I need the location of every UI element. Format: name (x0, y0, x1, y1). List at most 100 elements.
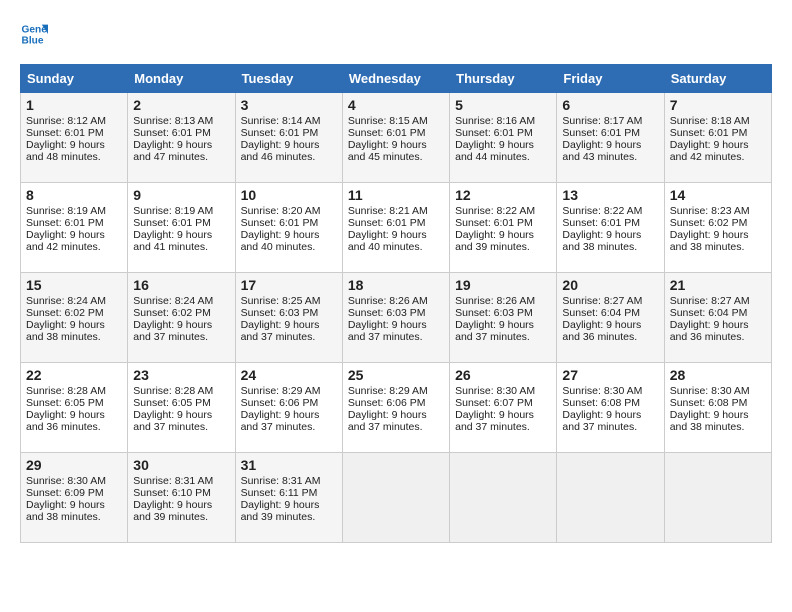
sunset: Sunset: 6:07 PM (455, 397, 533, 409)
sunset: Sunset: 6:01 PM (562, 127, 640, 139)
sunset: Sunset: 6:02 PM (133, 307, 211, 319)
sunrise: Sunrise: 8:27 AM (562, 295, 642, 307)
calendar-week-row: 22Sunrise: 8:28 AMSunset: 6:05 PMDayligh… (21, 363, 772, 453)
calendar-cell (664, 453, 771, 543)
sunrise: Sunrise: 8:14 AM (241, 115, 321, 127)
sunset: Sunset: 6:03 PM (348, 307, 426, 319)
calendar-cell (342, 453, 449, 543)
sunrise: Sunrise: 8:22 AM (455, 205, 535, 217)
calendar-cell: 27Sunrise: 8:30 AMSunset: 6:08 PMDayligh… (557, 363, 664, 453)
daylight: Daylight: 9 hours and 38 minutes. (562, 229, 641, 253)
sunrise: Sunrise: 8:19 AM (26, 205, 106, 217)
daylight: Daylight: 9 hours and 44 minutes. (455, 139, 534, 163)
calendar-cell: 16Sunrise: 8:24 AMSunset: 6:02 PMDayligh… (128, 273, 235, 363)
calendar-cell: 29Sunrise: 8:30 AMSunset: 6:09 PMDayligh… (21, 453, 128, 543)
sunset: Sunset: 6:10 PM (133, 487, 211, 499)
sunset: Sunset: 6:05 PM (26, 397, 104, 409)
sunrise: Sunrise: 8:26 AM (455, 295, 535, 307)
sunrise: Sunrise: 8:30 AM (455, 385, 535, 397)
calendar-cell: 22Sunrise: 8:28 AMSunset: 6:05 PMDayligh… (21, 363, 128, 453)
day-number: 21 (670, 277, 766, 293)
daylight: Daylight: 9 hours and 37 minutes. (133, 319, 212, 343)
daylight: Daylight: 9 hours and 47 minutes. (133, 139, 212, 163)
sunrise: Sunrise: 8:12 AM (26, 115, 106, 127)
sunrise: Sunrise: 8:22 AM (562, 205, 642, 217)
day-number: 3 (241, 97, 337, 113)
day-number: 24 (241, 367, 337, 383)
daylight: Daylight: 9 hours and 45 minutes. (348, 139, 427, 163)
calendar-week-row: 1Sunrise: 8:12 AMSunset: 6:01 PMDaylight… (21, 93, 772, 183)
calendar-cell: 30Sunrise: 8:31 AMSunset: 6:10 PMDayligh… (128, 453, 235, 543)
day-number: 22 (26, 367, 122, 383)
calendar-cell: 24Sunrise: 8:29 AMSunset: 6:06 PMDayligh… (235, 363, 342, 453)
daylight: Daylight: 9 hours and 36 minutes. (26, 409, 105, 433)
svg-text:Blue: Blue (22, 35, 44, 46)
sunrise: Sunrise: 8:30 AM (26, 475, 106, 487)
daylight: Daylight: 9 hours and 39 minutes. (241, 499, 320, 523)
calendar-cell: 11Sunrise: 8:21 AMSunset: 6:01 PMDayligh… (342, 183, 449, 273)
day-number: 12 (455, 187, 551, 203)
daylight: Daylight: 9 hours and 38 minutes. (670, 409, 749, 433)
header-row: SundayMondayTuesdayWednesdayThursdayFrid… (21, 65, 772, 93)
sunrise: Sunrise: 8:24 AM (26, 295, 106, 307)
calendar-cell: 5 Sunrise: 8:16 AMSunset: 6:01 PMDaylight… (450, 93, 557, 183)
sunrise: Sunrise: 8:30 AM (562, 385, 642, 397)
calendar-cell: 19Sunrise: 8:26 AMSunset: 6:03 PMDayligh… (450, 273, 557, 363)
day-number: 6 (562, 97, 658, 113)
day-number: 27 (562, 367, 658, 383)
day-number: 20 (562, 277, 658, 293)
daylight: Daylight: 9 hours and 38 minutes. (670, 229, 749, 253)
sunset: Sunset: 6:01 PM (670, 127, 748, 139)
daylight: Daylight: 9 hours and 38 minutes. (26, 319, 105, 343)
daylight: Daylight: 9 hours and 36 minutes. (670, 319, 749, 343)
daylight: Daylight: 9 hours and 37 minutes. (348, 319, 427, 343)
day-number: 25 (348, 367, 444, 383)
page-header: General Blue (20, 20, 772, 48)
sunrise: Sunrise: 8:19 AM (133, 205, 213, 217)
calendar-cell: 15Sunrise: 8:24 AMSunset: 6:02 PMDayligh… (21, 273, 128, 363)
calendar-cell: 21Sunrise: 8:27 AMSunset: 6:04 PMDayligh… (664, 273, 771, 363)
daylight: Daylight: 9 hours and 36 minutes. (562, 319, 641, 343)
calendar-week-row: 15Sunrise: 8:24 AMSunset: 6:02 PMDayligh… (21, 273, 772, 363)
day-number: 9 (133, 187, 229, 203)
calendar-cell: 6Sunrise: 8:17 AMSunset: 6:01 PMDaylight… (557, 93, 664, 183)
calendar-cell: 28 Sunrise: 8:30 AMSunset: 6:08 PMDayligh… (664, 363, 771, 453)
sunrise: Sunrise: 8:29 AM (241, 385, 321, 397)
header-day: Saturday (664, 65, 771, 93)
daylight: Daylight: 9 hours and 42 minutes. (670, 139, 749, 163)
day-number: 18 (348, 277, 444, 293)
sunset: Sunset: 6:01 PM (26, 127, 104, 139)
daylight: Daylight: 9 hours and 37 minutes. (241, 319, 320, 343)
sunrise: Sunrise: 8:13 AM (133, 115, 213, 127)
header-day: Tuesday (235, 65, 342, 93)
sunset: Sunset: 6:01 PM (455, 127, 533, 139)
sunset: Sunset: 6:01 PM (133, 217, 211, 229)
sunrise: Sunrise: 8:17 AM (562, 115, 642, 127)
sunrise: Sunrise: 8:30 AM (670, 385, 750, 397)
daylight: Daylight: 9 hours and 40 minutes. (348, 229, 427, 253)
daylight: Daylight: 9 hours and 39 minutes. (133, 499, 212, 523)
day-number: 7 (670, 97, 766, 113)
sunrise: Sunrise: 8:16 AM (455, 115, 535, 127)
sunset: Sunset: 6:01 PM (241, 127, 319, 139)
day-number: 13 (562, 187, 658, 203)
calendar-table: SundayMondayTuesdayWednesdayThursdayFrid… (20, 64, 772, 543)
day-number: 5 (455, 97, 551, 113)
day-number: 1 (26, 97, 122, 113)
day-number: 28 (670, 367, 766, 383)
calendar-week-row: 29Sunrise: 8:30 AMSunset: 6:09 PMDayligh… (21, 453, 772, 543)
sunrise: Sunrise: 8:21 AM (348, 205, 428, 217)
daylight: Daylight: 9 hours and 37 minutes. (455, 319, 534, 343)
calendar-cell: 10Sunrise: 8:20 AMSunset: 6:01 PMDayligh… (235, 183, 342, 273)
calendar-cell: 7Sunrise: 8:18 AMSunset: 6:01 PMDaylight… (664, 93, 771, 183)
sunset: Sunset: 6:04 PM (562, 307, 640, 319)
calendar-header: SundayMondayTuesdayWednesdayThursdayFrid… (21, 65, 772, 93)
sunrise: Sunrise: 8:15 AM (348, 115, 428, 127)
sunrise: Sunrise: 8:28 AM (133, 385, 213, 397)
day-number: 8 (26, 187, 122, 203)
day-number: 11 (348, 187, 444, 203)
sunset: Sunset: 6:03 PM (241, 307, 319, 319)
sunset: Sunset: 6:08 PM (670, 397, 748, 409)
calendar-body: 1Sunrise: 8:12 AMSunset: 6:01 PMDaylight… (21, 93, 772, 543)
day-number: 31 (241, 457, 337, 473)
